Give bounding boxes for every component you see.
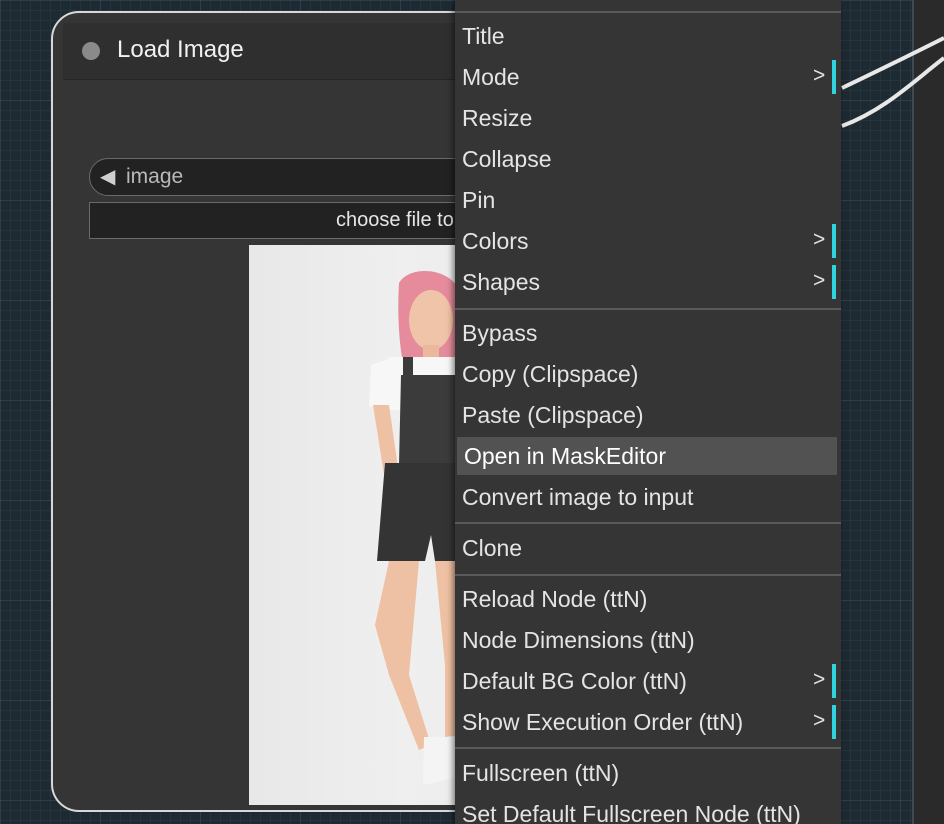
menu-separator [455,574,841,576]
menu-item-resize[interactable]: Resize [455,99,837,137]
node-status-dot-icon[interactable] [82,42,100,60]
submenu-indicator [832,664,836,698]
menu-item-open-in-maskeditor[interactable]: Open in MaskEditor [457,437,837,475]
menu-separator [455,11,841,13]
menu-item-label: Title [462,23,505,49]
menu-item-label: Paste (Clipspace) [462,402,644,428]
node-links [841,36,944,128]
menu-item-label: Default BG Color (ttN) [462,668,687,694]
menu-item-colors[interactable]: Colors > [455,222,837,260]
menu-item-label: Show Execution Order (ttN) [462,709,744,735]
menu-item-convert-image-to-input[interactable]: Convert image to input [455,478,837,516]
context-menu: Title Mode > Resize Collapse Pin Colors … [455,0,841,824]
menu-item-label: Bypass [462,320,538,346]
menu-item-label: Set Default Fullscreen Node (ttN) [462,801,801,824]
node-header[interactable]: Load Image [63,23,519,80]
menu-item-label: Clone [462,535,523,561]
menu-separator [455,522,841,524]
menu-item-default-bg-color[interactable]: Default BG Color (ttN) > [455,662,837,700]
menu-item-title[interactable]: Title [455,17,837,55]
submenu-indicator [832,705,836,739]
menu-item-pin[interactable]: Pin [455,181,837,219]
menu-item-label: Node Dimensions (ttN) [462,627,695,653]
menu-item-clone[interactable]: Clone [455,529,837,567]
menu-item-fullscreen[interactable]: Fullscreen (ttN) [455,754,837,792]
submenu-chevron-icon: > [813,64,826,87]
menu-item-reload-node[interactable]: Reload Node (ttN) [455,580,837,618]
menu-item-label: Colors [462,228,529,254]
node-title: Load Image [117,36,244,63]
menu-item-paste-clipspace[interactable]: Paste (Clipspace) [455,396,837,434]
submenu-indicator [832,224,836,258]
menu-item-label: Fullscreen (ttN) [462,760,620,786]
menu-item-label: Open in MaskEditor [464,443,666,469]
load-image-node[interactable]: Load Image ◀ image choose file to upload [51,11,521,812]
menu-item-label: Shapes [462,269,541,295]
menu-item-node-dimensions[interactable]: Node Dimensions (ttN) [455,621,837,659]
submenu-chevron-icon: > [813,228,826,251]
menu-item-copy-clipspace[interactable]: Copy (Clipspace) [455,355,837,393]
menu-item-show-execution-order[interactable]: Show Execution Order (ttN) > [455,703,837,741]
submenu-indicator [832,265,836,299]
combo-label: image [126,165,184,188]
menu-item-label: Copy (Clipspace) [462,361,639,387]
submenu-indicator [832,60,836,94]
menu-item-label: Resize [462,105,533,131]
menu-item-bypass[interactable]: Bypass [455,314,837,352]
menu-separator [455,308,841,310]
submenu-chevron-icon: > [813,709,826,732]
submenu-chevron-icon: > [813,269,826,292]
menu-item-label: Convert image to input [462,484,694,510]
menu-item-label: Reload Node (ttN) [462,586,648,612]
menu-item-set-default-fullscreen-node[interactable]: Set Default Fullscreen Node (ttN) [455,795,837,824]
menu-item-label: Collapse [462,146,552,172]
menu-item-shapes[interactable]: Shapes > [455,263,837,301]
submenu-chevron-icon: > [813,668,826,691]
combo-left-arrow-icon[interactable]: ◀ [100,164,115,189]
menu-item-mode[interactable]: Mode > [455,58,837,96]
menu-separator [455,747,841,749]
menu-item-label: Mode [462,64,520,90]
menu-item-label: Pin [462,187,496,213]
menu-item-collapse[interactable]: Collapse [455,140,837,178]
